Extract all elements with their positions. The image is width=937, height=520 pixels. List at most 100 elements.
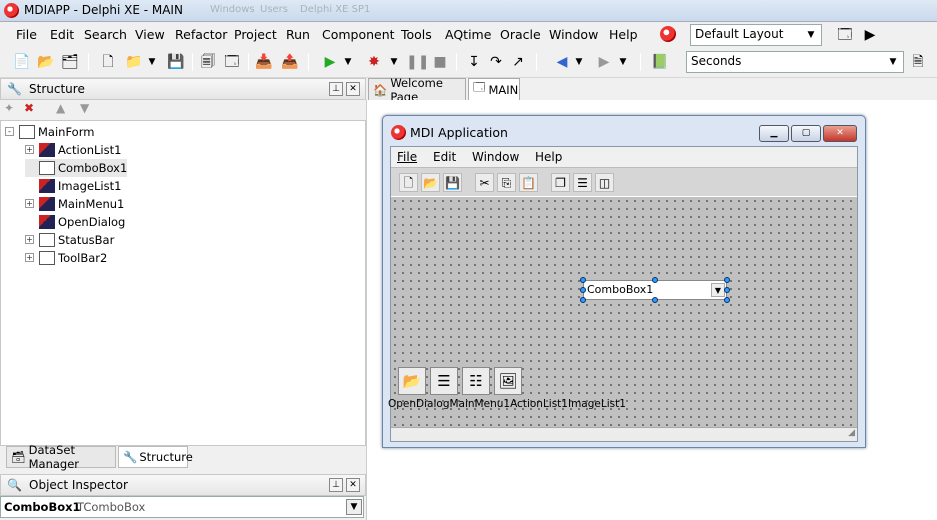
menu-component[interactable]: Component [322,27,395,42]
imagelist-component-icon[interactable]: 🖼 [494,367,522,395]
trace-into-icon[interactable]: ↧ [464,52,484,72]
selection-handle[interactable] [652,297,658,303]
move-up-icon[interactable]: ▲ [56,101,65,115]
save-icon[interactable]: 💾 [166,52,186,72]
open-project-icon[interactable]: 📂 [36,52,56,72]
chevron-down-icon[interactable]: ▼ [388,52,400,72]
add-file-icon[interactable]: 📥 [254,52,274,72]
view-unit-icon[interactable]: 🗐 [198,52,218,72]
stop-icon[interactable]: ■ [430,52,450,72]
delphi-help-icon[interactable] [660,26,676,42]
pin-icon[interactable]: ⊥ [329,82,343,96]
new-items-icon[interactable]: 📄 [12,52,32,72]
open-icon[interactable]: 📁 [124,52,144,72]
tree-expander[interactable]: + [25,199,34,208]
menu-aqtime[interactable]: AQtime [445,27,491,42]
save-icon[interactable]: 💾 [443,173,462,192]
tree-node-mainmenu1[interactable]: + MainMenu1 [25,195,124,213]
run-without-debug-icon[interactable]: ✸ [364,52,384,72]
run-to-cursor-icon[interactable]: ↗ [508,52,528,72]
help-book-icon[interactable]: 📗 [650,52,670,72]
menu-file[interactable]: File [16,27,37,42]
mdi-form-window[interactable]: MDI Application ▁ ▢ ✕ File Edit Window H… [382,115,866,448]
form-menu-file[interactable]: File [397,150,417,164]
menu-search[interactable]: Search [84,27,127,42]
resize-grip-icon[interactable]: ◢ [848,428,855,438]
menu-view[interactable]: View [135,27,165,42]
tree-node-actionlist1[interactable]: + ActionList1 [25,141,121,159]
close-button[interactable]: ✕ [823,125,857,142]
maximize-button[interactable]: ▢ [791,125,821,142]
tree-expander[interactable]: + [25,145,34,154]
tile-horizontal-icon[interactable]: ☰ [573,173,592,192]
view-form-icon[interactable]: 🗔 [222,52,242,72]
mainmenu-component-icon[interactable]: ☰ [430,367,458,395]
selection-handle[interactable] [652,277,658,283]
tree-expander[interactable]: + [25,253,34,262]
chevron-down-icon[interactable]: ▼ [346,499,362,515]
tree-node-statusbar[interactable]: + StatusBar [25,231,114,249]
chevron-down-icon[interactable]: ▼ [342,52,354,72]
selection-handle[interactable] [580,297,586,303]
new-file-icon[interactable]: 🗋 [399,173,418,192]
selection-handle[interactable] [724,277,730,283]
layout-combobox[interactable]: Default Layout ▼ [690,24,822,46]
remove-file-icon[interactable]: 📤 [280,52,300,72]
tree-node-opendialog[interactable]: OpenDialog [25,213,125,231]
forward-icon[interactable]: ▶ [594,52,614,72]
opendialog-component-icon[interactable]: 📂 [398,367,426,395]
menu-run[interactable]: Run [286,27,310,42]
menu-tools[interactable]: Tools [401,27,432,42]
close-icon[interactable]: ✕ [346,478,360,492]
close-icon[interactable]: ✕ [346,82,360,96]
form-design-grid[interactable]: ComboBox1 ▼ 📂 ☰ ☷ 🖼 OpenDialogMainMenu1A… [388,197,857,427]
save-desktop-icon[interactable]: 🗔 [835,25,855,45]
pause-icon[interactable]: ❚❚ [406,52,429,72]
selection-handle[interactable] [580,277,586,283]
tree-node-combobox1[interactable]: ComboBox1 [25,159,128,177]
tree-node-toolbar2[interactable]: + ToolBar2 [25,249,107,267]
selection-handle[interactable] [580,287,586,293]
minimize-button[interactable]: ▁ [759,125,789,142]
chevron-down-icon[interactable]: ▼ [146,52,158,72]
form-menu-window[interactable]: Window [472,150,519,164]
back-icon[interactable]: ◀ [552,52,572,72]
paste-icon[interactable]: 📋 [519,173,538,192]
tab-welcome-page[interactable]: 🏠 Welcome Page [368,76,466,104]
chevron-down-icon[interactable]: ▼ [711,283,725,297]
cascade-icon[interactable]: ❐ [551,173,570,192]
tree-node-imagelist1[interactable]: ImageList1 [25,177,121,195]
selection-handle[interactable] [724,287,730,293]
selection-handle[interactable] [724,297,730,303]
menu-oracle[interactable]: Oracle [500,27,541,42]
chevron-down-icon[interactable]: ▼ [803,27,819,43]
menu-window[interactable]: Window [549,27,598,42]
delete-item-icon[interactable]: ✖ [24,101,34,115]
chevron-down-icon[interactable]: ▼ [617,52,629,72]
pin-icon[interactable]: ⊥ [329,478,343,492]
object-selector[interactable]: ComboBox1 TComboBox ▼ [0,496,364,518]
form-menu-help[interactable]: Help [535,150,562,164]
run-icon[interactable]: ▶ [320,52,340,72]
menu-edit[interactable]: Edit [50,27,74,42]
document-icon[interactable]: 🗎 [908,52,928,72]
chevron-down-icon[interactable]: ▼ [573,52,585,72]
menu-help[interactable]: Help [609,27,638,42]
menu-project[interactable]: Project [234,27,277,42]
actionlist-component-icon[interactable]: ☷ [462,367,490,395]
tab-main[interactable]: 🗔 MAIN [468,78,520,100]
tab-dataset-manager[interactable]: 🗃 DataSet Manager [6,443,116,471]
tile-vertical-icon[interactable]: ◫ [595,173,614,192]
save-all-icon[interactable]: 🗂 [60,52,80,72]
new-item-icon[interactable]: ✦ [4,101,14,115]
open-folder-icon[interactable]: 📂 [421,173,440,192]
tree-expander[interactable]: + [25,235,34,244]
copy-icon[interactable]: ⎘ [497,173,516,192]
move-down-icon[interactable]: ▼ [80,101,89,115]
set-debug-desktop-icon[interactable]: ▶ [860,25,880,45]
seconds-combobox[interactable]: Seconds ▼ [686,51,904,73]
cut-icon[interactable]: ✂ [475,173,494,192]
new-form-icon[interactable]: 🗋 [98,52,118,72]
form-menu-edit[interactable]: Edit [433,150,456,164]
menu-refactor[interactable]: Refactor [175,27,227,42]
